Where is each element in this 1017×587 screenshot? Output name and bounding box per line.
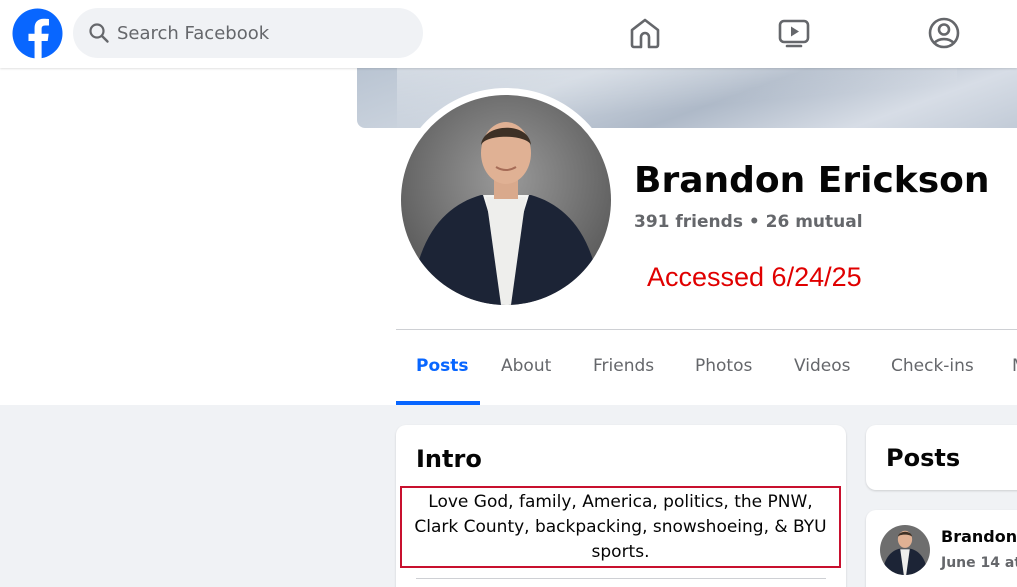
post-author-name[interactable]: Brandon	[941, 527, 1017, 546]
tab-check-ins[interactable]: Check-ins	[891, 356, 974, 406]
post-author-avatar[interactable]	[880, 525, 930, 575]
bio-line: Love God, family, America, politics, the…	[428, 492, 813, 512]
header-divider	[396, 329, 1017, 330]
profile-name: Brandon Erickson	[634, 160, 990, 201]
post-timestamp[interactable]: June 14 at	[941, 555, 1017, 571]
video-icon[interactable]	[775, 14, 813, 52]
intro-title: Intro	[416, 445, 482, 473]
tab-about[interactable]: About	[501, 356, 551, 406]
search-bar[interactable]	[73, 8, 423, 58]
bio-line: Clark County, backpacking, snowshoeing, …	[414, 517, 827, 537]
bio-line: sports.	[591, 542, 650, 562]
facebook-logo-icon[interactable]	[12, 8, 63, 59]
bio-highlight-box: Love God, family, America, politics, the…	[400, 486, 841, 568]
tab-friends[interactable]: Friends	[593, 356, 654, 406]
posts-header-card: Posts	[866, 425, 1017, 490]
search-input[interactable]	[117, 8, 407, 58]
tab-videos[interactable]: Videos	[794, 356, 851, 406]
search-icon	[89, 23, 109, 43]
top-navigation-bar	[0, 0, 1017, 68]
profile-picture[interactable]	[401, 95, 611, 305]
access-date-annotation: Accessed 6/24/25	[647, 262, 862, 292]
friends-count[interactable]: 391 friends • 26 mutual	[634, 212, 863, 232]
active-tab-indicator	[396, 401, 480, 405]
tab-posts[interactable]: Posts	[416, 356, 469, 406]
intro-card: Intro Love God, family, America, politic…	[396, 425, 846, 587]
home-icon[interactable]	[626, 14, 664, 52]
tab-photos[interactable]: Photos	[695, 356, 752, 406]
posts-title: Posts	[886, 444, 961, 472]
intro-divider	[416, 578, 826, 579]
tab-more[interactable]: M	[1012, 356, 1017, 406]
profile-icon[interactable]	[925, 14, 963, 52]
post-card: Brandon June 14 at	[866, 510, 1017, 587]
